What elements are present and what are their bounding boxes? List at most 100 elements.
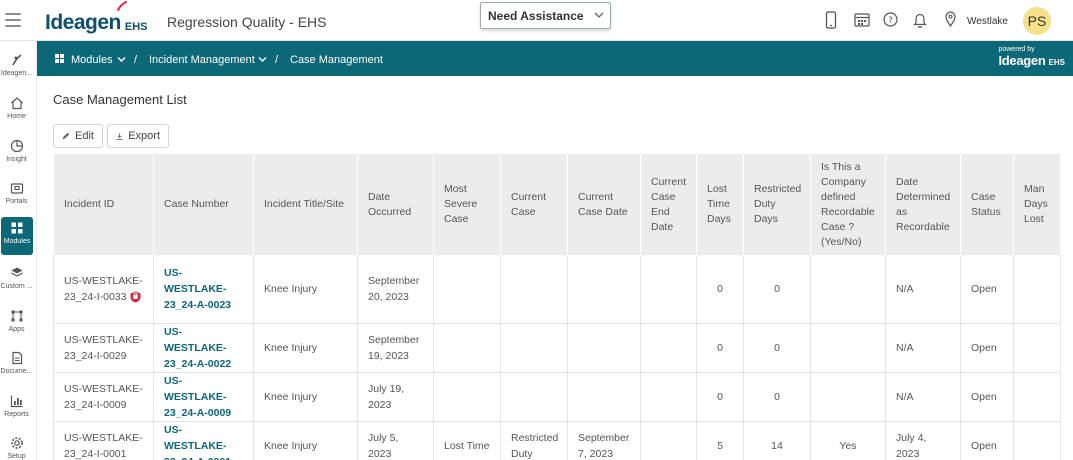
insight-icon <box>10 139 23 153</box>
modules-icon <box>11 222 23 234</box>
custom-icon <box>10 267 23 277</box>
table-row[interactable]: US-WESTLAKE-23_24-I-0033 US-WESTLAKE-23_… <box>53 255 1061 324</box>
case-status-cell: Open <box>960 421 1014 460</box>
case-number-link[interactable]: US-WESTLAKE-23_24-A-0001 <box>153 421 254 460</box>
reports-icon <box>10 395 22 408</box>
sidebar-item-documents[interactable]: Docume... <box>0 347 33 387</box>
incident-id-cell: US-WESTLAKE-23_24-I-0001 <box>53 421 154 460</box>
modules-grid-icon <box>55 54 64 63</box>
ideagen-ehs-logo[interactable]: Ideagen EHS <box>45 7 147 35</box>
column-header[interactable]: Lost Time Days <box>696 154 744 255</box>
sidebar-item-modules[interactable]: Modules <box>1 217 33 255</box>
date-determined-cell: July 4, 2023 <box>885 421 961 460</box>
incident-title-cell: Knee Injury <box>253 255 358 324</box>
most-severe-case-cell <box>433 323 501 373</box>
export-button-label: Export <box>128 130 160 142</box>
table-row[interactable]: US-WESTLAKE-23_24-I-0029 US-WESTLAKE-23_… <box>53 323 1061 373</box>
incident-title-cell: Knee Injury <box>253 421 358 460</box>
current-case-date-cell: September 7, 2023 <box>567 421 641 460</box>
date-occurred-cell: July 5, 2023 <box>357 421 434 460</box>
most-severe-case-cell <box>433 255 501 324</box>
case-number-link[interactable]: US-WESTLAKE-23_24-A-0023 <box>153 255 254 324</box>
column-header[interactable]: Date Determined as Recordable <box>885 154 961 255</box>
lost-time-days-cell: 0 <box>696 372 744 422</box>
app-title: Regression Quality - EHS <box>167 14 327 30</box>
sidebar-item-setup[interactable]: Setup <box>0 432 33 460</box>
column-header[interactable]: Current Case Date <box>567 154 641 255</box>
recordable-case-cell <box>810 255 886 324</box>
sidebar-item-custom[interactable]: Custom ... <box>0 262 33 302</box>
bell-icon[interactable] <box>913 12 927 28</box>
column-header[interactable]: Incident Title/Site <box>253 154 358 255</box>
lost-time-days-cell: 0 <box>696 323 744 373</box>
sidebar-item-reports[interactable]: Reports <box>0 390 33 430</box>
current-case-date-cell <box>567 255 641 324</box>
apps-icon <box>11 310 22 322</box>
column-header[interactable]: Incident ID <box>53 154 154 255</box>
need-assistance-dropdown[interactable]: Need Assistance <box>480 2 611 29</box>
sidebar-item-label: Custom ... <box>0 283 33 290</box>
current-case-date-cell <box>567 372 641 422</box>
sidebar: Ideagen... Home Insight Portals Modules … <box>0 41 37 460</box>
chevron-down-icon[interactable] <box>117 56 126 63</box>
column-header[interactable]: Most Severe Case <box>433 154 501 255</box>
case-number-link[interactable]: US-WESTLAKE-23_24-A-0009 <box>153 372 254 422</box>
edit-button[interactable]: Edit <box>53 124 103 148</box>
logo-ehs: EHS <box>124 21 148 33</box>
sidebar-item-ideagen[interactable]: Ideagen... <box>0 49 33 89</box>
column-header[interactable]: Man Days Lost <box>1013 154 1061 255</box>
chevron-down-icon[interactable] <box>258 56 267 63</box>
table-row[interactable]: US-WESTLAKE-23_24-I-0009 US-WESTLAKE-23_… <box>53 372 1061 422</box>
column-header[interactable]: Current Case End Date <box>640 154 697 255</box>
column-header[interactable]: Date Occurred <box>357 154 434 255</box>
case-status-cell: Open <box>960 255 1014 324</box>
avatar[interactable]: PS <box>1023 7 1051 35</box>
case-management-table: Incident ID Case Number Incident Title/S… <box>53 154 1061 460</box>
case-number-link[interactable]: US-WESTLAKE-23_24-A-0022 <box>153 323 254 373</box>
sidebar-item-portals[interactable]: Portals <box>0 177 33 217</box>
sidebar-item-label: Portals <box>5 198 28 205</box>
sidebar-item-insight[interactable]: Insight <box>0 135 33 175</box>
table-row[interactable]: US-WESTLAKE-23_24-I-0001 US-WESTLAKE-23_… <box>53 421 1061 460</box>
column-header[interactable]: Current Case <box>500 154 568 255</box>
current-case-end-date-cell <box>640 323 697 373</box>
current-case-cell <box>500 255 568 324</box>
current-case-date-cell <box>567 323 641 373</box>
sidebar-item-label: Modules <box>3 238 31 245</box>
sidebar-item-label: Ideagen... <box>0 70 33 77</box>
sidebar-item-apps[interactable]: Apps <box>0 305 33 345</box>
calendar-icon[interactable] <box>854 12 870 27</box>
ideagen-icon <box>11 54 21 66</box>
current-case-end-date-cell <box>640 421 697 460</box>
sidebar-item-home[interactable]: Home <box>0 92 33 132</box>
sidebar-item-label: Docume... <box>0 368 33 375</box>
current-case-cell <box>500 372 568 422</box>
column-header[interactable]: Restricted Duty Days <box>743 154 811 255</box>
document-icon <box>11 351 22 365</box>
man-days-lost-cell <box>1013 255 1061 324</box>
date-determined-cell: N/A <box>885 372 961 422</box>
powered-by-text: powered by <box>998 46 1035 53</box>
man-days-lost-cell <box>1013 323 1061 373</box>
help-icon[interactable]: ? <box>883 12 898 27</box>
case-status-cell: Open <box>960 323 1014 373</box>
restricted-duty-days-cell: 0 <box>743 372 811 422</box>
column-header[interactable]: Case Number <box>153 154 254 255</box>
current-case-end-date-cell <box>640 255 697 324</box>
mobile-device-icon[interactable] <box>825 11 837 29</box>
hamburger-menu-icon[interactable] <box>5 13 21 27</box>
breadcrumb-modules[interactable]: Modules <box>71 54 113 66</box>
shield-alert-icon <box>130 291 141 303</box>
column-header[interactable]: Case Status <box>960 154 1014 255</box>
column-header[interactable]: Is This a Company defined Recordable Cas… <box>810 154 886 255</box>
export-button[interactable]: Export <box>107 124 169 148</box>
restricted-duty-days-cell: 14 <box>743 421 811 460</box>
recordable-case-cell <box>810 323 886 373</box>
need-assistance-label: Need Assistance <box>488 9 584 23</box>
location-name[interactable]: Westlake <box>967 16 1008 27</box>
breadcrumb-band: Modules / Incident Management / Case Man… <box>37 41 1073 76</box>
breadcrumb-incident-management[interactable]: Incident Management <box>149 54 255 66</box>
location-pin-icon[interactable] <box>945 11 956 27</box>
sidebar-item-label: Insight <box>6 156 27 163</box>
incident-id-cell: US-WESTLAKE-23_24-I-0009 <box>53 372 154 422</box>
